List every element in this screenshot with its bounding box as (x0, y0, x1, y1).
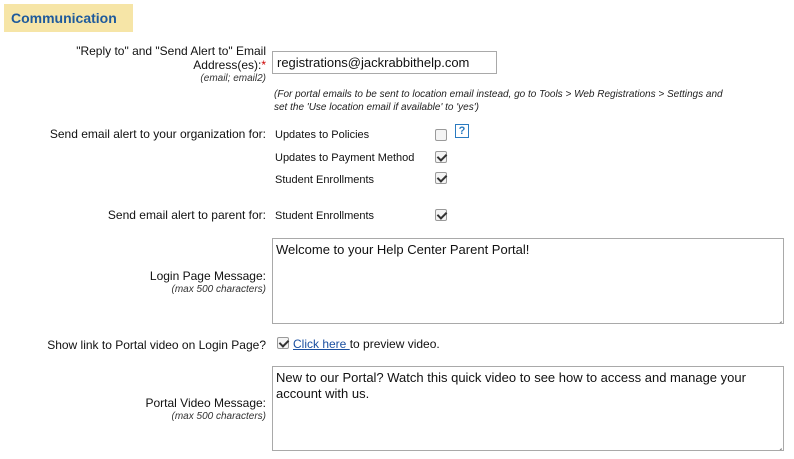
org-option-updates-to-policies-label: Updates to Policies (275, 129, 370, 141)
portal-video-message-label: Portal Video Message: (145, 396, 266, 410)
resize-grip-icon[interactable] (772, 312, 782, 322)
org-option-student-enrollments-label: Student Enrollments (275, 174, 375, 186)
portal-video-link-label: Show link to Portal video on Login Page? (47, 338, 266, 352)
required-mark: * (261, 58, 266, 72)
preview-video-text: Click here to preview video. (293, 337, 440, 351)
org-option-student-enrollments-checkbox[interactable] (435, 172, 447, 184)
portal-video-message-text: New to our Portal? Watch this quick vide… (276, 370, 746, 401)
section-title-communication: Communication (4, 4, 133, 32)
resize-grip-icon[interactable] (772, 439, 782, 449)
parent-option-student-enrollments-checkbox[interactable] (435, 209, 447, 221)
reply-to-label: "Reply to" and "Send Alert to" Email Add… (76, 44, 266, 86)
parent-alerts-label: Send email alert to parent for: (107, 208, 266, 222)
reply-to-note-line2: set the 'Use location email if available… (274, 102, 479, 113)
org-option-updates-to-policies-checkbox[interactable] (435, 129, 447, 141)
login-message-text: Welcome to your Help Center Parent Porta… (276, 242, 530, 257)
help-icon[interactable]: ? (455, 124, 469, 138)
org-option-updates-to-payment-method-label: Updates to Payment Method (275, 152, 415, 164)
org-option-updates-to-payment-method-checkbox[interactable] (435, 151, 447, 163)
portal-video-message-textarea[interactable]: New to our Portal? Watch this quick vide… (272, 366, 784, 451)
reply-to-note-line1: (For portal emails to be sent to locatio… (274, 89, 723, 100)
reply-to-hint: (email; email2) (200, 73, 266, 84)
login-message-label: Login Page Message: (149, 269, 266, 283)
portal-video-link-checkbox[interactable] (277, 337, 289, 349)
reply-to-email-input[interactable] (272, 51, 497, 74)
portal-video-message-hint: (max 500 characters) (171, 411, 266, 422)
reply-to-note: (For portal emails to be sent to locatio… (274, 88, 784, 114)
reply-to-label-line2: Address(es): (193, 58, 262, 72)
login-message-label-group: Login Page Message: (max 500 characters) (150, 269, 266, 297)
preview-video-suffix: to preview video. (349, 337, 440, 351)
click-here-link[interactable]: Click here (293, 337, 350, 351)
parent-option-student-enrollments-label: Student Enrollments (275, 210, 375, 222)
login-message-hint: (max 500 characters) (171, 284, 266, 295)
reply-to-label-line1: "Reply to" and "Send Alert to" Email (76, 44, 266, 58)
portal-video-message-label-group: Portal Video Message: (max 500 character… (145, 396, 266, 424)
org-alerts-label: Send email alert to your organization fo… (49, 127, 266, 141)
login-message-textarea[interactable]: Welcome to your Help Center Parent Porta… (272, 238, 784, 324)
